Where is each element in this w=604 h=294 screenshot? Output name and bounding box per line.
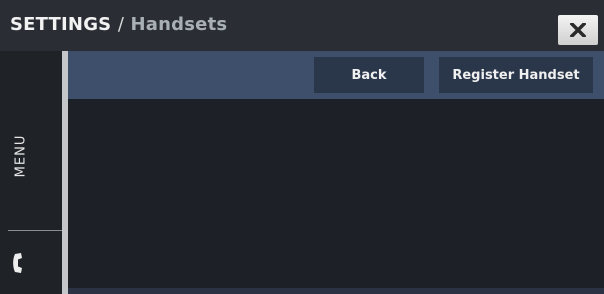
title-section: SETTINGS [10,14,112,35]
register-handset-button[interactable]: Register Handset [439,57,593,93]
menu-tab[interactable]: MENU [14,135,29,178]
handsets-list-area [68,103,604,294]
title-separator: / [117,14,125,35]
close-x-icon [570,23,586,37]
phone-handset-icon [13,253,22,273]
phone-button[interactable] [6,248,32,278]
sidebar-separator [8,230,62,231]
back-button[interactable]: Back [314,57,424,93]
title-page: Handsets [130,14,228,35]
title-bar: SETTINGS / Handsets [0,0,604,51]
page-title: SETTINGS / Handsets [10,14,227,35]
bottom-edge [68,288,604,294]
handsets-settings-screen: SETTINGS / Handsets MENU Back Register H… [0,0,604,294]
close-button[interactable] [558,15,598,45]
